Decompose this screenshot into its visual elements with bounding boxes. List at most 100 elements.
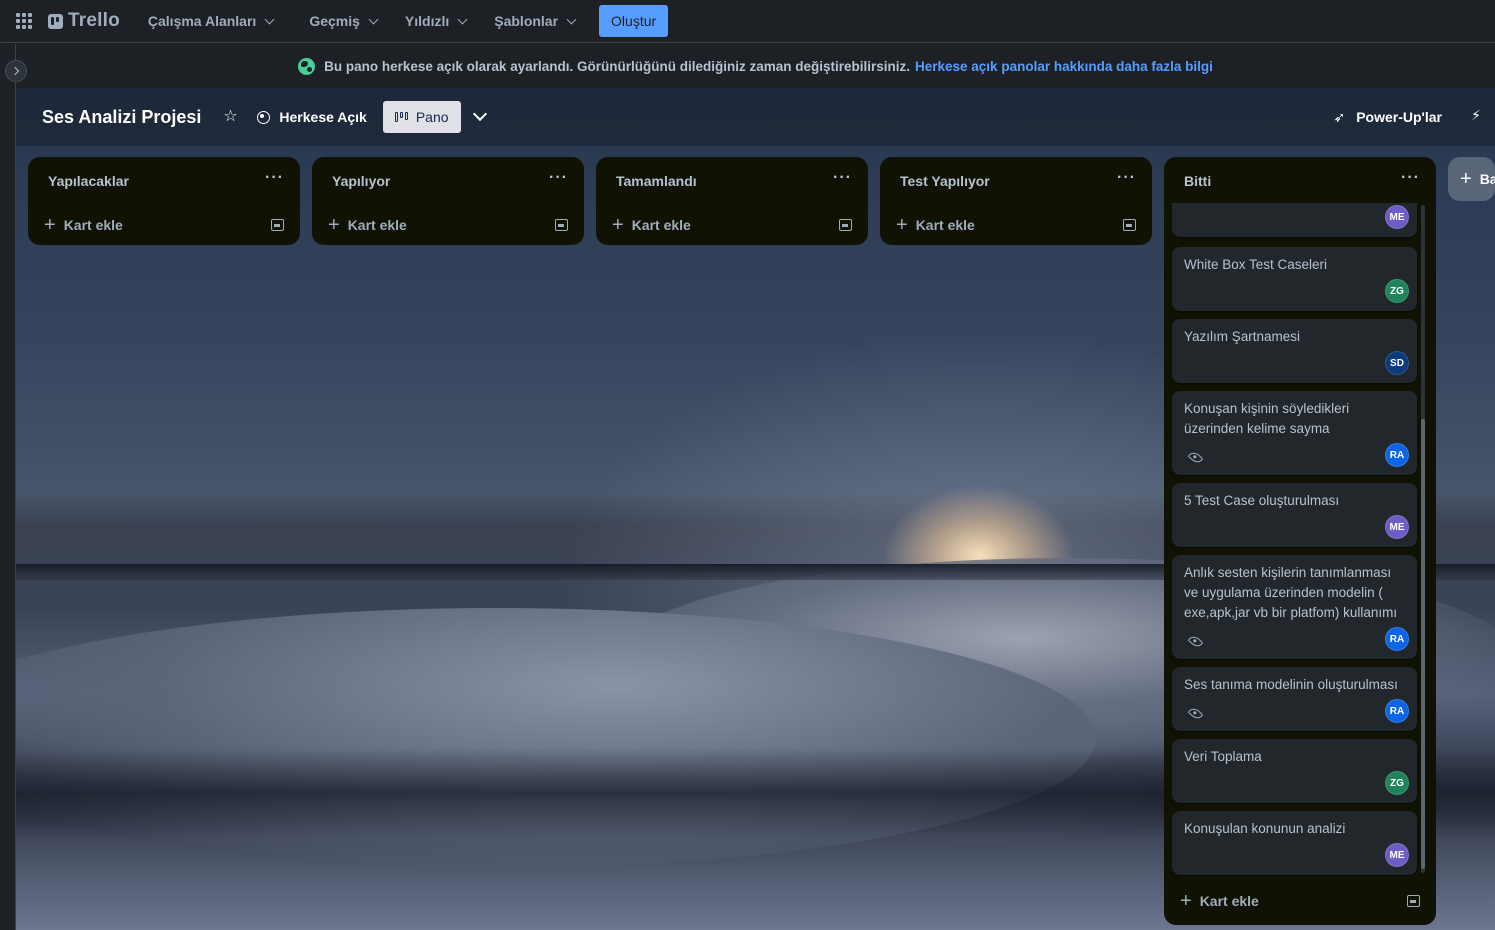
create-button[interactable]: Oluştur — [599, 5, 669, 37]
add-card-button[interactable]: + Kart ekle — [1180, 890, 1259, 912]
card[interactable]: Konuşulan konunun analizi ME — [1172, 811, 1417, 875]
list-menu-icon[interactable]: ··· — [833, 169, 852, 187]
list-header: Yapılıyor ··· — [312, 157, 584, 205]
avatar[interactable]: RA — [1385, 627, 1409, 651]
automation-bolt-icon[interactable]: ⚡ — [1471, 107, 1481, 124]
list-title[interactable]: Bitti — [1184, 173, 1211, 189]
add-card-button[interactable]: + Kart ekle — [896, 215, 975, 235]
nav-workspaces[interactable]: Çalışma Alanları — [142, 5, 279, 37]
avatar[interactable]: ZG — [1385, 771, 1409, 795]
chevron-down-icon — [264, 14, 275, 24]
list-title[interactable]: Tamamlandı — [616, 173, 697, 189]
card-template-icon[interactable] — [839, 219, 852, 231]
nav-recent-label: Geçmiş — [309, 13, 360, 29]
card-title: 5 Test Case oluşturulması — [1184, 493, 1340, 508]
add-list-label: Ba — [1479, 171, 1495, 187]
app-switcher-icon[interactable] — [16, 13, 32, 29]
card-list: ME White Box Test Caseleri ZG Yazılım Şa… — [1172, 203, 1417, 876]
eye-icon — [1187, 633, 1204, 650]
list-scrollbar[interactable] — [1421, 205, 1425, 873]
add-card-label: Kart ekle — [347, 217, 407, 233]
nav-templates-label: Şablonlar — [494, 13, 559, 29]
list-tamamlandi: Tamamlandı ··· + Kart ekle — [596, 157, 868, 245]
card-title: Veri Toplama — [1184, 749, 1262, 764]
card[interactable]: 5 Test Case oluşturulması ME — [1172, 483, 1417, 547]
card-title: Yazılım Şartnamesi — [1184, 329, 1301, 344]
trello-logo[interactable]: Trello — [48, 10, 120, 32]
public-board-banner: Bu pano herkese açık olarak ayarlandı. G… — [16, 44, 1495, 88]
list-menu-icon[interactable]: ··· — [1401, 169, 1420, 187]
list-menu-icon[interactable]: ··· — [549, 169, 568, 187]
list-header: Tamamlandı ··· — [596, 157, 868, 205]
banner-learn-more-link[interactable]: Herkese açık panolar hakkında daha fazla… — [915, 59, 1213, 74]
avatar[interactable]: RA — [1385, 699, 1409, 723]
star-icon[interactable]: ☆ — [223, 109, 239, 125]
card[interactable]: ME — [1172, 203, 1417, 237]
list-title[interactable]: Test Yapılıyor — [900, 173, 990, 189]
list-header: Yapılacaklar ··· — [28, 157, 300, 205]
expand-sidebar-button[interactable] — [5, 60, 27, 82]
card-template-icon[interactable] — [1123, 219, 1136, 231]
powerups-button[interactable]: ➶ Power-Up'lar — [1333, 88, 1442, 146]
add-card-label: Kart ekle — [63, 217, 123, 233]
plus-icon: + — [44, 214, 56, 236]
add-card-button[interactable]: + Kart ekle — [44, 214, 123, 236]
card-template-icon[interactable] — [1407, 895, 1420, 907]
list-menu-icon[interactable]: ··· — [265, 169, 284, 187]
plus-icon: + — [1180, 890, 1192, 912]
list-yapilacaklar: Yapılacaklar ··· + Kart ekle — [28, 157, 300, 245]
board-view-button[interactable]: Pano — [382, 101, 461, 133]
card-title: White Box Test Caseleri — [1184, 257, 1328, 272]
card[interactable]: White Box Test Caseleri ZG — [1172, 247, 1417, 311]
card[interactable]: Konuşan kişinin söyledikleri üzerinden k… — [1172, 391, 1417, 475]
board-view-label: Pano — [415, 109, 449, 125]
add-card-row: + Kart ekle — [28, 205, 300, 245]
nav-templates[interactable]: Şablonlar — [488, 5, 581, 37]
logo-text: Trello — [68, 10, 120, 31]
collapsed-sidebar — [0, 44, 16, 930]
nav-recent[interactable]: Geçmiş — [303, 5, 383, 37]
avatar[interactable]: ME — [1385, 515, 1409, 539]
chevron-down-icon — [368, 14, 379, 24]
top-nav: Trello Çalışma Alanları Geçmiş Yıldızlı … — [0, 0, 1495, 43]
visibility-label: Herkese Açık — [279, 109, 367, 125]
avatar[interactable]: RA — [1385, 443, 1409, 467]
card-template-icon[interactable] — [271, 219, 284, 231]
nav-starred[interactable]: Yıldızlı — [399, 5, 472, 37]
add-card-button[interactable]: + Kart ekle — [328, 215, 407, 235]
avatar[interactable]: ME — [1385, 843, 1409, 867]
list-title[interactable]: Yapılıyor — [332, 173, 390, 189]
nav-starred-label: Yıldızlı — [404, 13, 450, 29]
list-yapiliyor: Yapılıyor ··· + Kart ekle — [312, 157, 584, 245]
card[interactable]: Ses tanıma modelinin oluşturulması RA — [1172, 667, 1417, 731]
globe-icon — [257, 110, 271, 124]
add-list-button[interactable]: + Ba — [1448, 157, 1495, 201]
avatar[interactable]: ME — [1385, 205, 1409, 229]
visibility-button[interactable]: Herkese Açık — [257, 109, 367, 125]
add-card-label: Kart ekle — [631, 217, 691, 233]
list-header: Test Yapılıyor ··· — [880, 157, 1152, 205]
board-title[interactable]: Ses Analizi Projesi — [42, 107, 201, 128]
add-card-button[interactable]: + Kart ekle — [612, 214, 691, 236]
rocket-icon: ➶ — [1333, 108, 1346, 125]
plus-icon: + — [612, 214, 624, 236]
list-menu-icon[interactable]: ··· — [1117, 169, 1136, 187]
list-bitti: Bitti ··· ME White Box Test Caseleri ZG … — [1164, 157, 1436, 925]
card-title: Ses tanıma modelinin oluşturulması — [1184, 677, 1398, 692]
list-scrollbar-thumb[interactable] — [1421, 419, 1425, 869]
card-title: Konuşulan konunun analizi — [1184, 821, 1346, 836]
chevron-down-icon[interactable] — [472, 106, 487, 122]
chevron-down-icon — [566, 14, 577, 24]
card-template-icon[interactable] — [555, 219, 568, 231]
list-title[interactable]: Yapılacaklar — [48, 173, 129, 189]
trello-logo-icon — [48, 13, 63, 29]
avatar[interactable]: SD — [1385, 351, 1409, 375]
card[interactable]: Yazılım Şartnamesi SD — [1172, 319, 1417, 383]
card[interactable]: Anlık sesten kişilerin tanımlanması ve u… — [1172, 555, 1417, 659]
plus-icon: + — [1460, 168, 1472, 190]
chevron-right-icon — [10, 66, 20, 76]
card-title: Anlık sesten kişilerin tanımlanması ve u… — [1184, 565, 1398, 620]
nav-workspaces-label: Çalışma Alanları — [147, 13, 257, 29]
avatar[interactable]: ZG — [1385, 279, 1409, 303]
card[interactable]: Veri Toplama ZG — [1172, 739, 1417, 803]
